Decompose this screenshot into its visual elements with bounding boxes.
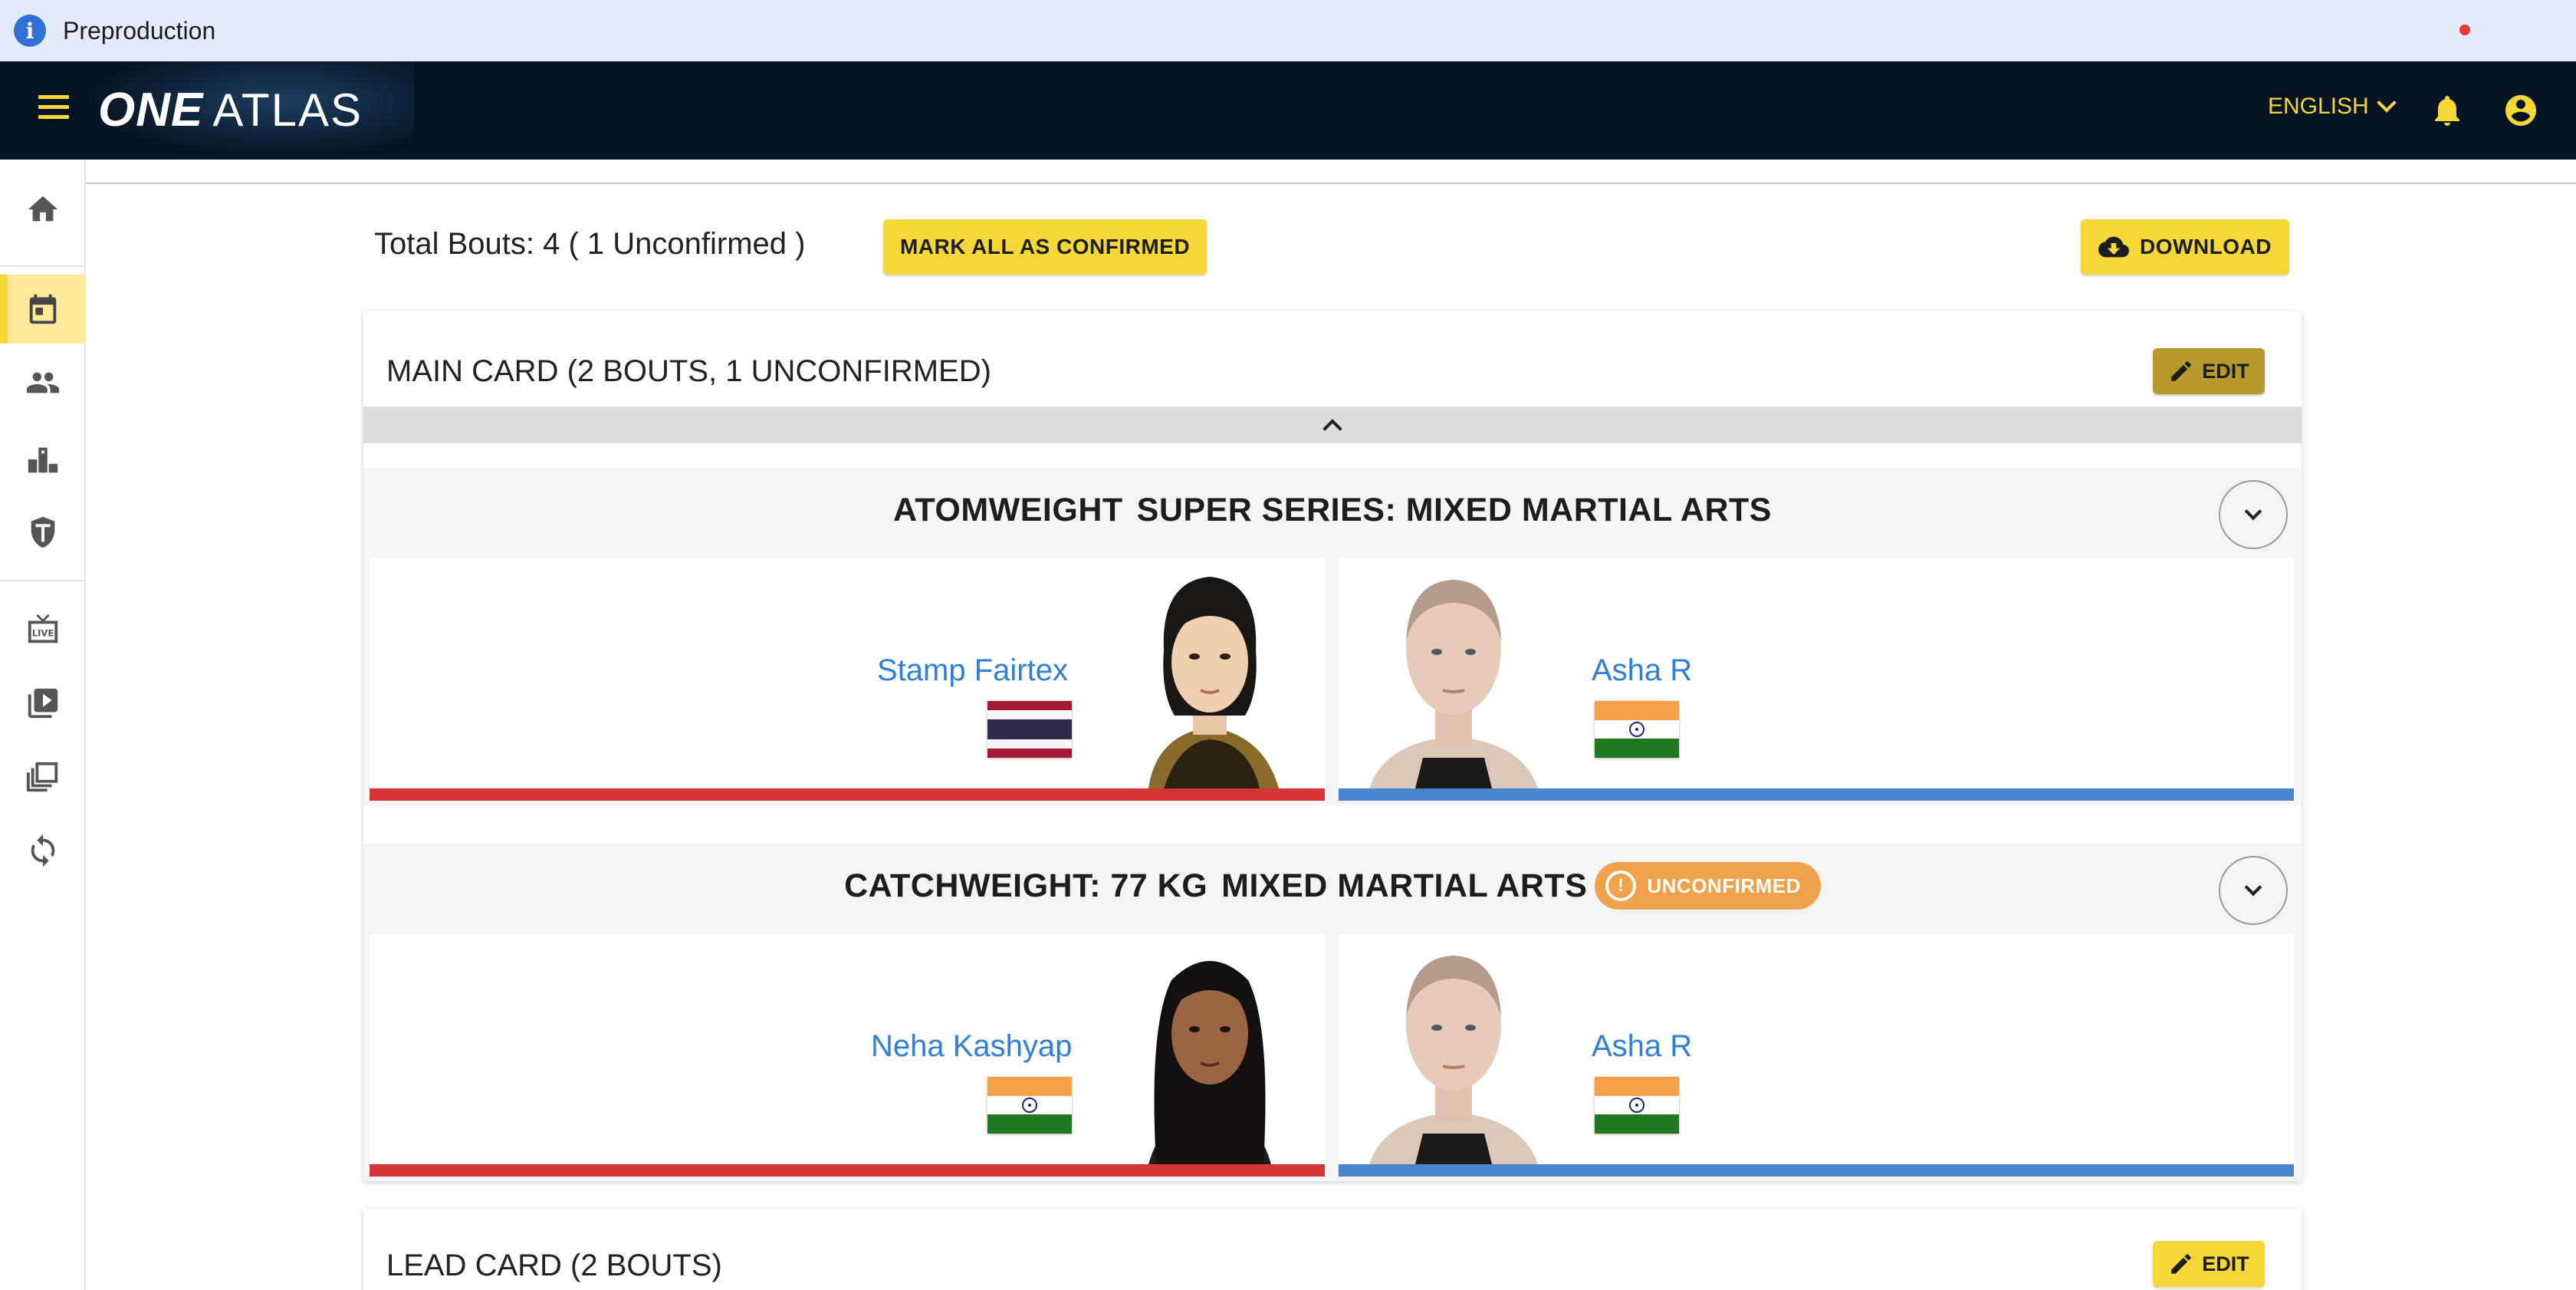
nav-collections[interactable] — [0, 742, 86, 811]
fighter-name-link[interactable]: Asha R — [1592, 1029, 1692, 1064]
collections-icon — [26, 762, 58, 792]
fighter-name-link[interactable]: Neha Kashyap — [871, 1029, 1072, 1064]
info-icon: i — [14, 15, 46, 47]
expand-bout-button[interactable] — [2219, 856, 2288, 925]
india-flag-icon — [987, 1077, 1072, 1134]
blue-corner-fighter-card[interactable]: Asha R — [1339, 934, 2294, 1176]
calendar-icon — [29, 294, 57, 324]
chevron-down-icon — [2376, 93, 2397, 113]
bout-discipline: MIXED MARTIAL ARTS — [1221, 867, 1588, 904]
content-divider — [86, 183, 2576, 184]
logo-atlas-text: ATLAS — [212, 84, 363, 136]
notifications-bell-icon[interactable] — [2429, 92, 2466, 129]
environment-banner: i Preproduction — [0, 0, 2576, 61]
nav-organizations[interactable] — [0, 497, 86, 566]
download-label: DOWNLOAD — [2140, 235, 2272, 258]
main-card-edit-button[interactable]: EDIT — [2153, 348, 2265, 394]
fighter-photo — [1339, 934, 1569, 1164]
warning-icon: ! — [1605, 870, 1637, 901]
nav-videos[interactable] — [0, 669, 86, 738]
lead-card-section: LEAD CARD (2 BOUTS) EDIT — [363, 1209, 2302, 1290]
pencil-icon — [2171, 1254, 2191, 1274]
logo-one-text: ONE — [98, 84, 204, 137]
red-corner-fighter-card[interactable]: Stamp Fairtex — [370, 558, 1325, 801]
badge-label: UNCONFIRMED — [1647, 874, 1801, 897]
live-tv-icon: LIVE — [28, 614, 58, 643]
bout-header: ATOMWEIGHT SUPER SERIES: MIXED MARTIAL A… — [363, 468, 2302, 552]
expand-bout-button[interactable] — [2219, 480, 2288, 549]
sync-icon — [31, 834, 55, 867]
main-card-title: MAIN CARD (2 BOUTS, 1 UNCONFIRMED) — [386, 354, 991, 388]
app-header: ONE ATLAS ENGLISH — [0, 61, 2576, 160]
india-flag-icon — [1595, 701, 1679, 758]
one-atlas-logo[interactable]: ONE ATLAS — [98, 83, 363, 137]
collapse-card-toggle[interactable] — [363, 406, 2302, 443]
fighter-photo — [1095, 934, 1325, 1164]
main-card-section: MAIN CARD (2 BOUTS, 1 UNCONFIRMED) EDIT … — [363, 311, 2302, 1181]
edit-label: EDIT — [2202, 359, 2249, 383]
language-selector[interactable]: ENGLISH — [2268, 93, 2397, 120]
bout-header: CATCHWEIGHT: 77 KG MIXED MARTIAL ARTS ! … — [363, 844, 2302, 928]
nav-home[interactable] — [0, 175, 86, 244]
mark-all-confirmed-button[interactable]: MARK ALL AS CONFIRMED — [883, 219, 1207, 275]
chevron-up-icon — [1322, 419, 1342, 439]
chevron-down-icon — [2244, 502, 2262, 521]
blue-corner-bar — [1339, 1164, 2294, 1176]
account-circle-icon[interactable] — [2502, 92, 2539, 129]
fighter-name-link[interactable]: Stamp Fairtex — [877, 653, 1068, 688]
download-button[interactable]: DOWNLOAD — [2081, 219, 2289, 275]
lead-card-title: LEAD CARD (2 BOUTS) — [386, 1249, 722, 1282]
nav-divider — [0, 580, 86, 581]
podium-icon — [28, 447, 58, 473]
video-library-icon — [28, 688, 58, 719]
nav-live[interactable]: LIVE — [0, 595, 86, 664]
bout-weight-class: CATCHWEIGHT: 77 KG — [844, 867, 1208, 904]
edit-label: EDIT — [2202, 1252, 2249, 1275]
cloud-download-icon — [2098, 236, 2129, 258]
unconfirmed-badge: ! UNCONFIRMED — [1595, 862, 1821, 910]
nav-sync[interactable] — [0, 816, 86, 885]
blue-corner-fighter-card[interactable]: Asha R — [1339, 558, 2294, 801]
hamburger-menu-icon[interactable] — [38, 95, 69, 126]
bout-weight-class: ATOMWEIGHT — [893, 491, 1123, 528]
india-flag-icon — [1595, 1077, 1679, 1134]
side-navigation: LIVE — [0, 160, 86, 1290]
red-corner-bar — [370, 788, 1325, 801]
thailand-flag-icon — [987, 701, 1072, 758]
bout-discipline: SUPER SERIES: MIXED MARTIAL ARTS — [1136, 491, 1772, 528]
environment-label: Preproduction — [63, 16, 216, 44]
people-icon — [26, 372, 60, 393]
bout-row: CATCHWEIGHT: 77 KG MIXED MARTIAL ARTS ! … — [363, 844, 2302, 1181]
notification-dot — [2459, 25, 2470, 35]
nav-divider — [0, 265, 86, 267]
red-corner-bar — [370, 1164, 1325, 1176]
chevron-down-icon — [2244, 878, 2262, 897]
lead-card-edit-button[interactable]: EDIT — [2153, 1241, 2265, 1287]
pencil-icon — [2171, 361, 2191, 381]
blue-corner-bar — [1339, 788, 2294, 801]
bout-row: ATOMWEIGHT SUPER SERIES: MIXED MARTIAL A… — [363, 468, 2302, 805]
fighter-photo — [1339, 558, 1569, 788]
fighter-photo — [1095, 558, 1325, 788]
nav-events[interactable] — [0, 275, 86, 344]
total-bouts-text: Total Bouts: 4 ( 1 Unconfirmed ) — [374, 227, 806, 261]
fighter-name-link[interactable]: Asha R — [1592, 653, 1692, 688]
svg-text:LIVE: LIVE — [32, 628, 54, 639]
language-label: ENGLISH — [2268, 94, 2369, 119]
red-corner-fighter-card[interactable]: Neha Kashyap — [370, 934, 1325, 1176]
home-icon — [28, 196, 58, 222]
shield-icon — [31, 516, 55, 548]
nav-athletes[interactable] — [0, 348, 86, 417]
nav-rankings[interactable] — [0, 425, 86, 494]
